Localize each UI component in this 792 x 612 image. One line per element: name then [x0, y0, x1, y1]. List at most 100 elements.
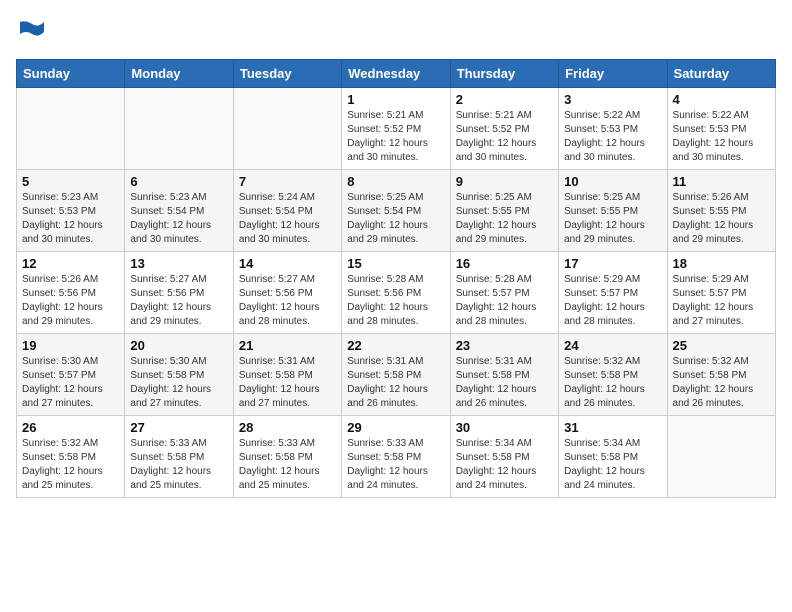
calendar-cell: 24 Sunrise: 5:32 AM Sunset: 5:58 PM Dayli… [559, 334, 667, 416]
calendar-cell: 1 Sunrise: 5:21 AM Sunset: 5:52 PM Daylig… [342, 88, 450, 170]
cell-info: Sunrise: 5:30 AM Sunset: 5:57 PM Dayligh… [22, 355, 119, 411]
cell-info: Sunrise: 5:29 AM Sunset: 5:57 PM Dayligh… [673, 273, 770, 329]
day-number: 27 [130, 420, 227, 435]
day-number: 31 [564, 420, 661, 435]
weekday-header-friday: Friday [559, 60, 667, 88]
calendar-cell: 19 Sunrise: 5:30 AM Sunset: 5:57 PM Dayli… [17, 334, 125, 416]
cell-info: Sunrise: 5:32 AM Sunset: 5:58 PM Dayligh… [22, 437, 119, 493]
cell-info: Sunrise: 5:31 AM Sunset: 5:58 PM Dayligh… [456, 355, 553, 411]
calendar-cell: 30Sunrise: 5:34 AM Sunset: 5:58 PM Dayli… [450, 416, 558, 498]
day-number: 12 [22, 256, 119, 271]
cell-info: Sunrise: 5:33 AM Sunset: 5:58 PM Dayligh… [347, 437, 444, 493]
day-number: 18 [673, 256, 770, 271]
cell-info: Sunrise: 5:30 AM Sunset: 5:58 PM Dayligh… [130, 355, 227, 411]
cell-info: Sunrise: 5:31 AM Sunset: 5:58 PM Dayligh… [239, 355, 336, 411]
day-number: 22 [347, 338, 444, 353]
cell-info: Sunrise: 5:31 AM Sunset: 5:58 PM Dayligh… [347, 355, 444, 411]
logo [16, 16, 46, 49]
calendar-cell: 2 Sunrise: 5:21 AM Sunset: 5:52 PM Daylig… [450, 88, 558, 170]
calendar-cell: 23 Sunrise: 5:31 AM Sunset: 5:58 PM Dayli… [450, 334, 558, 416]
weekday-header-wednesday: Wednesday [342, 60, 450, 88]
cell-info: Sunrise: 5:23 AM Sunset: 5:53 PM Dayligh… [22, 191, 119, 247]
day-number: 16 [456, 256, 553, 271]
day-number: 9 [456, 174, 553, 189]
day-number: 26 [22, 420, 119, 435]
calendar-cell: 3Sunrise: 5:22 AM Sunset: 5:53 PM Daylig… [559, 88, 667, 170]
calendar-cell: 9 Sunrise: 5:25 AM Sunset: 5:55 PM Daylig… [450, 170, 558, 252]
cell-info: Sunrise: 5:25 AM Sunset: 5:55 PM Dayligh… [564, 191, 661, 247]
cell-info: Sunrise: 5:26 AM Sunset: 5:56 PM Dayligh… [22, 273, 119, 329]
calendar-cell [17, 88, 125, 170]
calendar-week-row: 1 Sunrise: 5:21 AM Sunset: 5:52 PM Daylig… [17, 88, 776, 170]
cell-info: Sunrise: 5:26 AM Sunset: 5:55 PM Dayligh… [673, 191, 770, 247]
day-number: 28 [239, 420, 336, 435]
calendar-cell: 10 Sunrise: 5:25 AM Sunset: 5:55 PM Dayli… [559, 170, 667, 252]
day-number: 4 [673, 92, 770, 107]
calendar-week-row: 12 Sunrise: 5:26 AM Sunset: 5:56 PM Dayli… [17, 252, 776, 334]
day-number: 17 [564, 256, 661, 271]
cell-info: Sunrise: 5:21 AM Sunset: 5:52 PM Dayligh… [347, 109, 444, 165]
cell-info: Sunrise: 5:29 AM Sunset: 5:57 PM Dayligh… [564, 273, 661, 329]
calendar-cell: 31Sunrise: 5:34 AM Sunset: 5:58 PM Dayli… [559, 416, 667, 498]
cell-info: Sunrise: 5:27 AM Sunset: 5:56 PM Dayligh… [130, 273, 227, 329]
calendar-table: SundayMondayTuesdayWednesdayThursdayFrid… [16, 59, 776, 498]
cell-info: Sunrise: 5:32 AM Sunset: 5:58 PM Dayligh… [673, 355, 770, 411]
day-number: 5 [22, 174, 119, 189]
calendar-cell: 22 Sunrise: 5:31 AM Sunset: 5:58 PM Dayli… [342, 334, 450, 416]
day-number: 23 [456, 338, 553, 353]
day-number: 7 [239, 174, 336, 189]
weekday-header-sunday: Sunday [17, 60, 125, 88]
calendar-cell [125, 88, 233, 170]
day-number: 10 [564, 174, 661, 189]
day-number: 11 [673, 174, 770, 189]
day-number: 14 [239, 256, 336, 271]
cell-info: Sunrise: 5:27 AM Sunset: 5:56 PM Dayligh… [239, 273, 336, 329]
calendar-week-row: 26 Sunrise: 5:32 AM Sunset: 5:58 PM Dayli… [17, 416, 776, 498]
calendar-week-row: 19 Sunrise: 5:30 AM Sunset: 5:57 PM Dayli… [17, 334, 776, 416]
calendar-cell: 21Sunrise: 5:31 AM Sunset: 5:58 PM Dayli… [233, 334, 341, 416]
cell-info: Sunrise: 5:21 AM Sunset: 5:52 PM Dayligh… [456, 109, 553, 165]
day-number: 6 [130, 174, 227, 189]
calendar-cell: 28Sunrise: 5:33 AM Sunset: 5:58 PM Dayli… [233, 416, 341, 498]
calendar-cell: 15Sunrise: 5:28 AM Sunset: 5:56 PM Dayli… [342, 252, 450, 334]
logo-icon [18, 16, 46, 44]
day-number: 8 [347, 174, 444, 189]
calendar-cell: 14 Sunrise: 5:27 AM Sunset: 5:56 PM Dayli… [233, 252, 341, 334]
calendar-cell: 8Sunrise: 5:25 AM Sunset: 5:54 PM Daylig… [342, 170, 450, 252]
calendar-cell: 29 Sunrise: 5:33 AM Sunset: 5:58 PM Dayli… [342, 416, 450, 498]
cell-info: Sunrise: 5:34 AM Sunset: 5:58 PM Dayligh… [456, 437, 553, 493]
cell-info: Sunrise: 5:22 AM Sunset: 5:53 PM Dayligh… [673, 109, 770, 165]
cell-info: Sunrise: 5:23 AM Sunset: 5:54 PM Dayligh… [130, 191, 227, 247]
calendar-cell: 20 Sunrise: 5:30 AM Sunset: 5:58 PM Dayli… [125, 334, 233, 416]
cell-info: Sunrise: 5:24 AM Sunset: 5:54 PM Dayligh… [239, 191, 336, 247]
weekday-header-monday: Monday [125, 60, 233, 88]
calendar-cell: 11 Sunrise: 5:26 AM Sunset: 5:55 PM Dayli… [667, 170, 775, 252]
calendar-cell: 25Sunrise: 5:32 AM Sunset: 5:58 PM Dayli… [667, 334, 775, 416]
day-number: 15 [347, 256, 444, 271]
day-number: 24 [564, 338, 661, 353]
calendar-cell: 26 Sunrise: 5:32 AM Sunset: 5:58 PM Dayli… [17, 416, 125, 498]
day-number: 19 [22, 338, 119, 353]
calendar-header: SundayMondayTuesdayWednesdayThursdayFrid… [17, 60, 776, 88]
weekday-header-tuesday: Tuesday [233, 60, 341, 88]
calendar-cell: 18 Sunrise: 5:29 AM Sunset: 5:57 PM Dayli… [667, 252, 775, 334]
calendar-cell: 16 Sunrise: 5:28 AM Sunset: 5:57 PM Dayli… [450, 252, 558, 334]
calendar-cell [233, 88, 341, 170]
day-number: 20 [130, 338, 227, 353]
page-header [16, 16, 776, 49]
calendar-week-row: 5 Sunrise: 5:23 AM Sunset: 5:53 PM Daylig… [17, 170, 776, 252]
cell-info: Sunrise: 5:28 AM Sunset: 5:57 PM Dayligh… [456, 273, 553, 329]
day-number: 2 [456, 92, 553, 107]
calendar-cell [667, 416, 775, 498]
day-number: 29 [347, 420, 444, 435]
weekday-header-thursday: Thursday [450, 60, 558, 88]
calendar-cell: 4 Sunrise: 5:22 AM Sunset: 5:53 PM Daylig… [667, 88, 775, 170]
day-number: 1 [347, 92, 444, 107]
day-number: 13 [130, 256, 227, 271]
calendar-cell: 12 Sunrise: 5:26 AM Sunset: 5:56 PM Dayli… [17, 252, 125, 334]
cell-info: Sunrise: 5:25 AM Sunset: 5:55 PM Dayligh… [456, 191, 553, 247]
cell-info: Sunrise: 5:32 AM Sunset: 5:58 PM Dayligh… [564, 355, 661, 411]
weekday-header-saturday: Saturday [667, 60, 775, 88]
calendar-cell: 17 Sunrise: 5:29 AM Sunset: 5:57 PM Dayli… [559, 252, 667, 334]
calendar-cell: 5 Sunrise: 5:23 AM Sunset: 5:53 PM Daylig… [17, 170, 125, 252]
